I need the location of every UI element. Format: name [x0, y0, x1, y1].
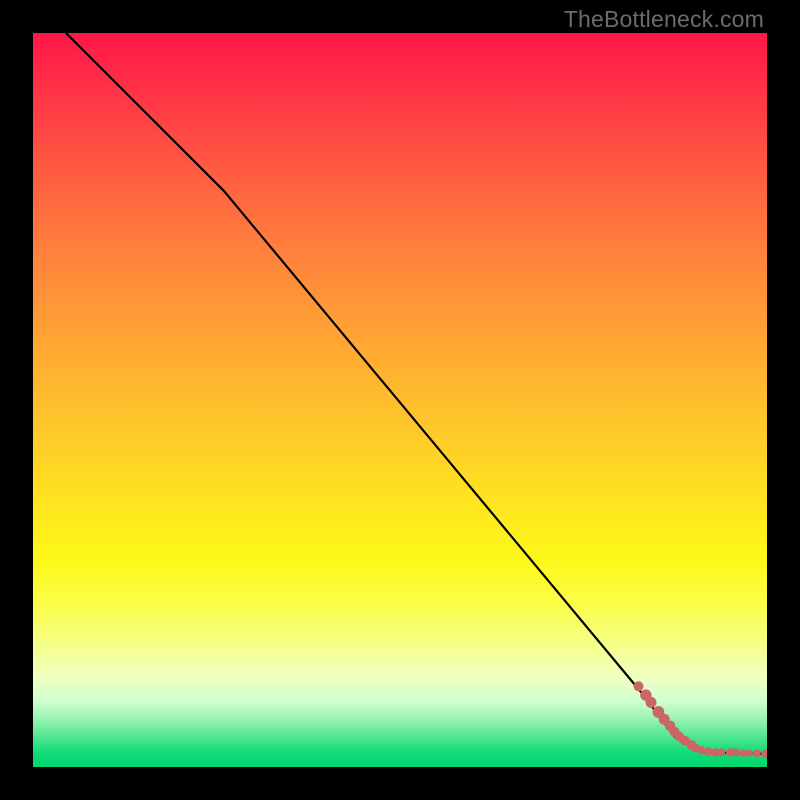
watermark-text: TheBottleneck.com — [564, 6, 764, 33]
scatter-dots — [634, 682, 767, 758]
chart-frame: TheBottleneck.com — [0, 0, 800, 800]
data-point — [740, 750, 747, 757]
data-point — [753, 750, 760, 757]
chart-overlay — [33, 33, 767, 767]
data-point — [718, 749, 725, 756]
data-point — [746, 750, 752, 756]
data-point — [634, 682, 643, 691]
data-point — [762, 750, 767, 758]
data-point — [705, 748, 713, 756]
data-point — [733, 749, 740, 756]
data-point — [697, 746, 705, 754]
curve-line — [66, 33, 767, 754]
data-point — [646, 697, 656, 707]
